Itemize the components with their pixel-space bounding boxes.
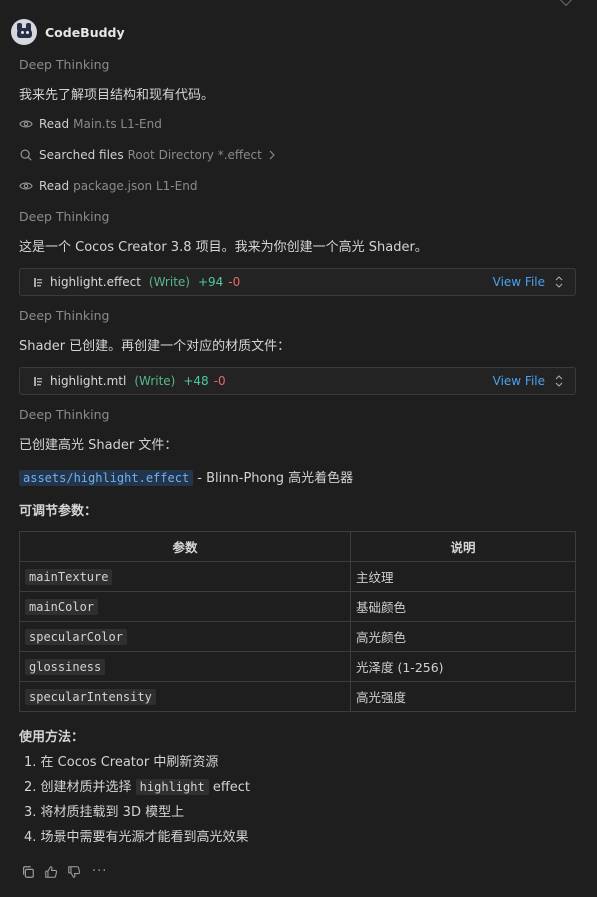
param-desc: 基础颜色 xyxy=(350,591,576,622)
list-item: 3. 将材质挂载到 3D 模型上 xyxy=(24,805,185,820)
write-mode: (Write) xyxy=(134,374,176,388)
list-text: effect xyxy=(208,780,251,795)
param-name: specularIntensity xyxy=(25,689,156,705)
file-name: highlight.mtl xyxy=(50,374,127,388)
param-name: specularColor xyxy=(25,629,127,645)
thumbs-up-icon[interactable] xyxy=(44,865,58,879)
deep-thinking-toggle[interactable]: Deep Thinking xyxy=(19,57,109,72)
codebuddy-avatar xyxy=(11,19,37,45)
inline-code: highlight xyxy=(135,779,209,795)
tool-verb: Read xyxy=(39,179,70,193)
lines-added: +48 xyxy=(183,374,209,388)
top-collapse-chevron-icon[interactable] xyxy=(558,0,574,7)
param-desc: 高光颜色 xyxy=(350,621,576,652)
deep-thinking-toggle[interactable]: Deep Thinking xyxy=(19,209,109,224)
tool-detail: Main.ts L1-End xyxy=(73,117,162,131)
usage-heading: 使用方法： xyxy=(19,730,85,745)
table-row: specularColor 高光颜色 xyxy=(19,621,576,652)
write-mode: (Write) xyxy=(148,275,190,289)
lines-added: +94 xyxy=(197,275,224,289)
table-row: mainColor 基础颜色 xyxy=(19,591,576,622)
message-text: 这是一个 Cocos Creator 3.8 项目。我来为你创建一个高光 Sha… xyxy=(19,240,428,255)
file-change-card-effect: highlight.effect (Write) +94 -0 View Fil… xyxy=(19,268,576,296)
deep-thinking-toggle[interactable]: Deep Thinking xyxy=(19,407,109,422)
file-change-card-mtl: highlight.mtl (Write) +48 -0 View File xyxy=(19,367,576,395)
file-name: highlight.effect xyxy=(50,275,141,289)
list-item: 1. 在 Cocos Creator 中刷新资源 xyxy=(24,755,219,770)
file-icon xyxy=(34,376,42,386)
assistant-name: CodeBuddy xyxy=(45,24,125,40)
table-header-row: 参数 说明 xyxy=(19,531,576,562)
chevron-right-icon[interactable] xyxy=(268,150,276,160)
search-icon xyxy=(20,149,32,161)
params-heading: 可调节参数： xyxy=(19,504,98,519)
table-row: glossiness 光泽度 (1-256) xyxy=(19,651,576,682)
eye-icon xyxy=(19,120,33,128)
param-desc: 主纹理 xyxy=(350,561,576,592)
tool-read-package[interactable]: Read package.json L1-End xyxy=(19,179,197,193)
copy-icon[interactable] xyxy=(21,865,35,879)
lines-removed: -0 xyxy=(228,275,241,289)
thumbs-down-icon[interactable] xyxy=(67,865,81,879)
tool-search-files[interactable]: Searched files Root Directory *.effect xyxy=(19,148,276,162)
param-desc: 高光强度 xyxy=(350,681,576,712)
table-row: specularIntensity 高光强度 xyxy=(19,681,576,712)
table-row: mainTexture 主纹理 xyxy=(19,561,576,592)
message-actions: ··· xyxy=(21,864,107,879)
eye-icon xyxy=(19,182,33,190)
table-header-param: 参数 xyxy=(19,531,351,562)
message-text: 已创建高光 Shader 文件： xyxy=(19,438,178,453)
param-name: mainTexture xyxy=(25,569,113,585)
param-desc: 光泽度 (1-256) xyxy=(350,651,576,682)
view-file-link[interactable]: View File xyxy=(493,275,545,289)
more-options-button[interactable]: ··· xyxy=(92,864,107,879)
file-path-line: assets/highlight.effect - Blinn-Phong 高光… xyxy=(19,467,353,486)
view-file-link[interactable]: View File xyxy=(493,374,545,388)
file-icon xyxy=(34,277,42,287)
message-text: 我来先了解项目结构和现有代码。 xyxy=(19,88,215,103)
file-description: - Blinn-Phong 高光着色器 xyxy=(193,471,354,486)
tool-verb: Searched files xyxy=(39,148,124,162)
file-path-code[interactable]: assets/highlight.effect xyxy=(19,470,194,486)
table-header-desc: 说明 xyxy=(350,531,576,562)
param-name: mainColor xyxy=(25,599,99,615)
param-name: glossiness xyxy=(25,659,106,675)
list-text: 2. 创建材质并选择 xyxy=(24,780,136,795)
assistant-header: CodeBuddy xyxy=(11,19,125,45)
message-text: Shader 已创建。再创建一个对应的材质文件： xyxy=(19,339,291,354)
list-item: 4. 场景中需要有光源才能看到高光效果 xyxy=(24,830,249,845)
tool-detail: package.json L1-End xyxy=(73,179,198,193)
tool-detail: Root Directory *.effect xyxy=(127,148,262,162)
tool-verb: Read xyxy=(39,117,70,131)
lines-removed: -0 xyxy=(213,374,226,388)
deep-thinking-toggle[interactable]: Deep Thinking xyxy=(19,308,109,323)
list-item: 2. 创建材质并选择 highlight effect xyxy=(24,776,250,795)
chevron-updown-icon[interactable] xyxy=(555,276,563,288)
tool-read-main[interactable]: Read Main.ts L1-End xyxy=(19,117,162,131)
params-table: 参数 说明 mainTexture 主纹理 mainColor 基础颜色 spe… xyxy=(19,531,576,712)
chevron-updown-icon[interactable] xyxy=(555,375,563,387)
